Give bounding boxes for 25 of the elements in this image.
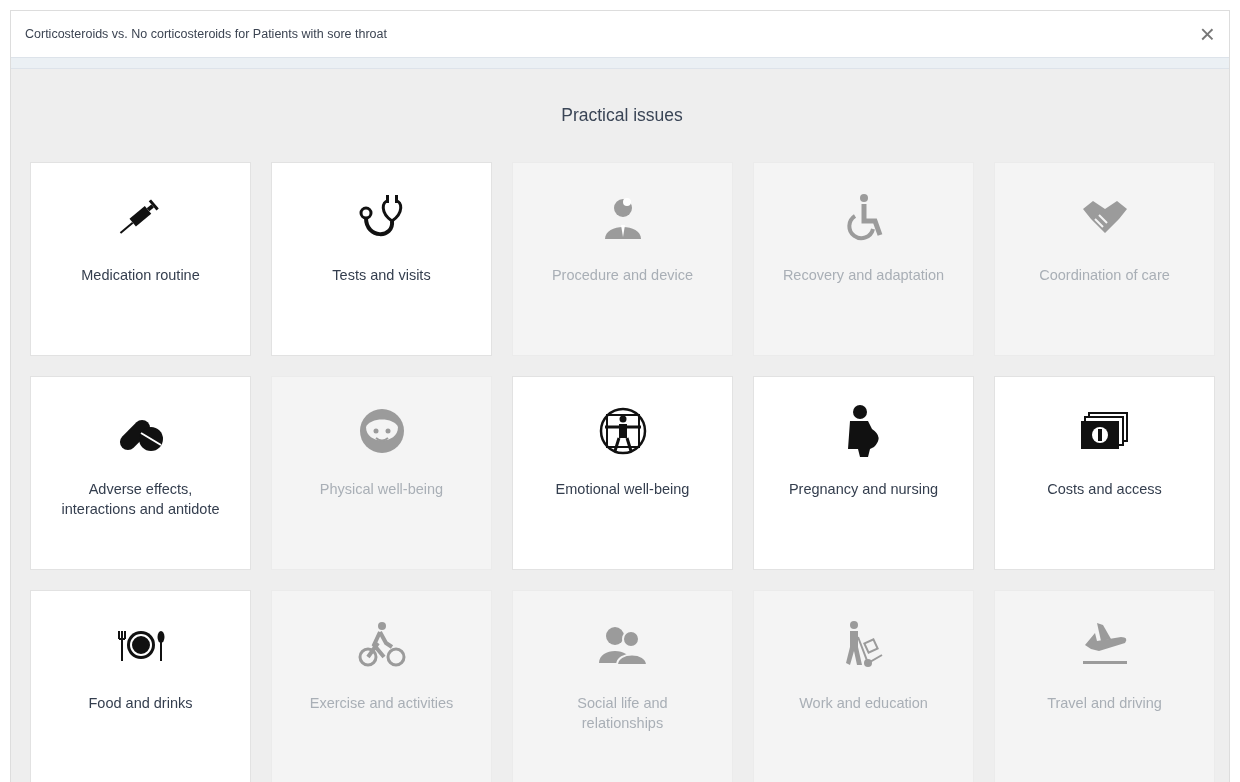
card-label: Medication routine [80, 266, 201, 286]
card-label: Work and education [798, 694, 929, 714]
dialog-title: Corticosteroids vs. No corticosteroids for Patients with sore throat [25, 25, 387, 43]
card-label: Food and drinks [87, 694, 194, 714]
issue-card[interactable]: Pregnancy and nursing [753, 376, 974, 571]
issue-card[interactable]: Emotional well-being [512, 376, 733, 571]
card-label: Recovery and adaptation [781, 266, 946, 286]
issue-card[interactable]: Tests and visits [271, 162, 492, 357]
card-label: Costs and access [1046, 480, 1163, 500]
section-heading: Practical issues [560, 104, 684, 127]
card-label: Social life and relationships [576, 694, 669, 734]
card-label: Travel and driving [1046, 694, 1163, 714]
issue-card[interactable]: Adverse effects, interactions and antidote [30, 376, 251, 571]
card-label: Physical well-being [318, 480, 445, 500]
card-label: Emotional well-being [554, 480, 691, 500]
card-label: Pregnancy and nursing [787, 480, 940, 500]
card-label: Procedure and device [550, 266, 695, 286]
close-button[interactable]: × [1197, 21, 1217, 47]
card-label: Adverse effects, interactions and antidote [60, 480, 221, 520]
card-label: Coordination of care [1038, 266, 1171, 286]
issue-card[interactable]: Food and drinks [30, 590, 251, 782]
card-label: Tests and visits [331, 266, 432, 286]
card-label: Exercise and activities [308, 694, 455, 714]
issue-card[interactable]: Costs and access [994, 376, 1215, 571]
issue-card[interactable]: Medication routine [30, 162, 251, 357]
